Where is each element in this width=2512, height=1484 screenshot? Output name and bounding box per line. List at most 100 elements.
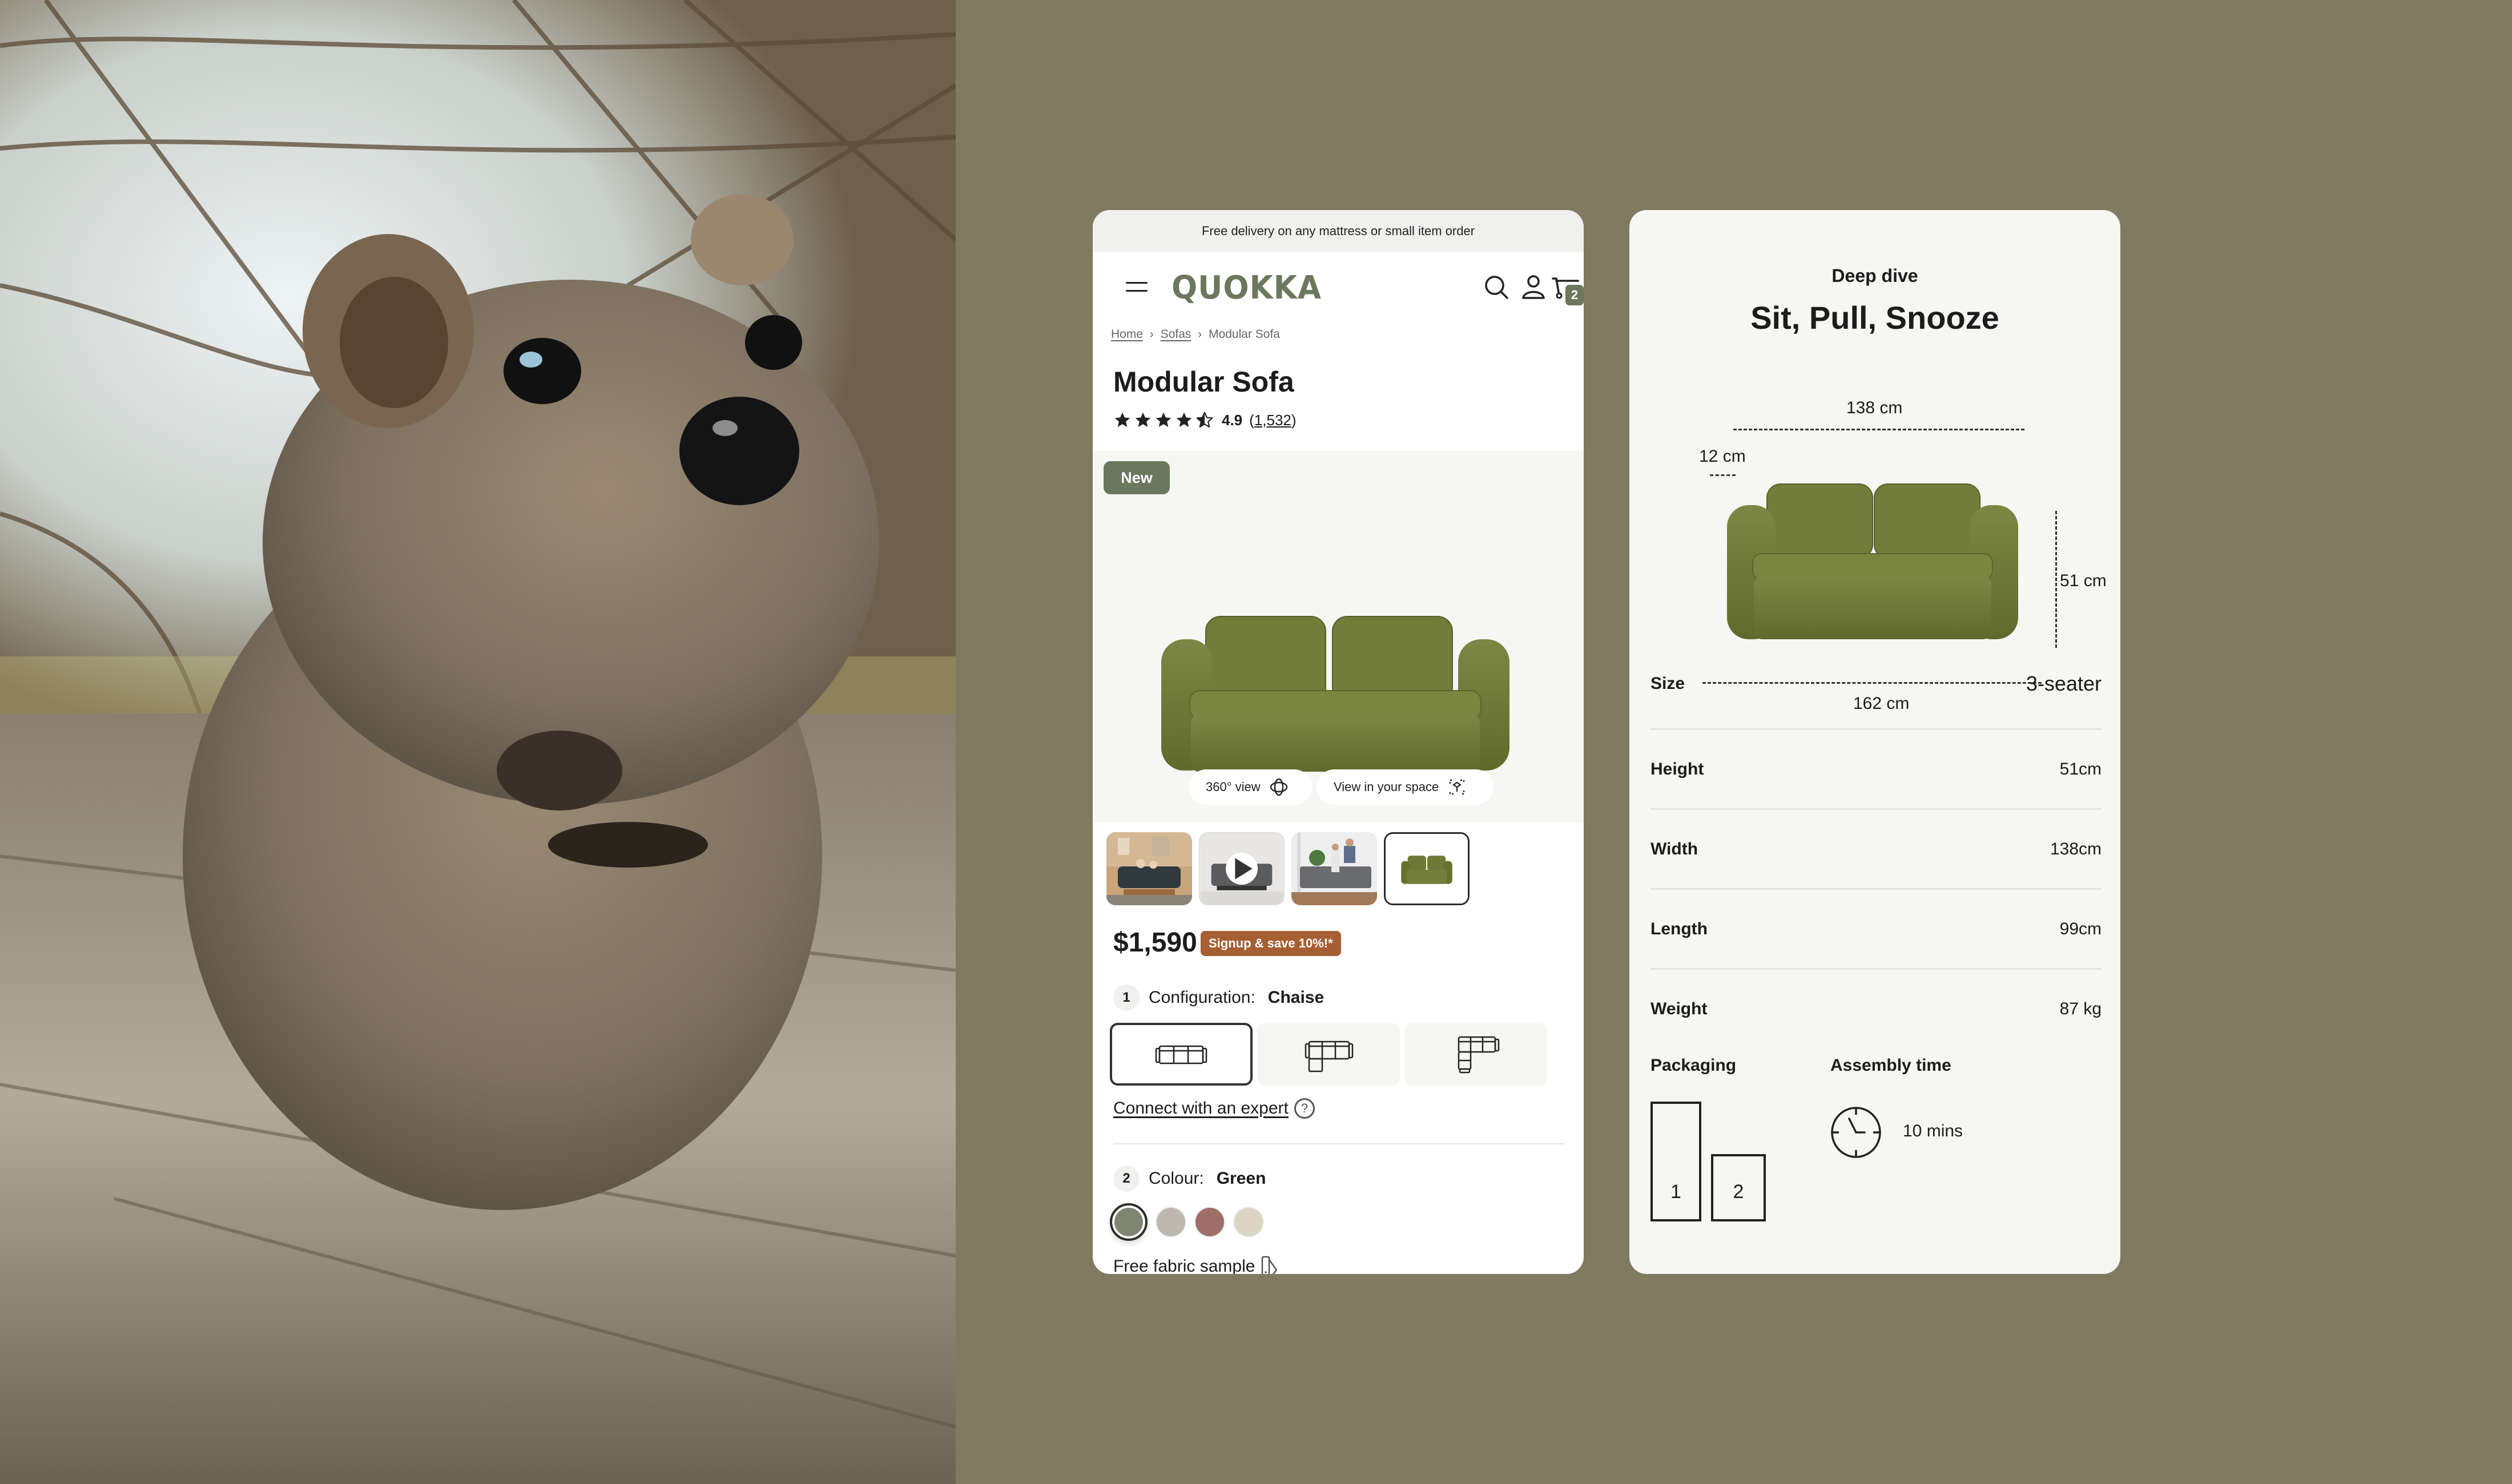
dimension-top-width: 138 cm [1846,398,1903,417]
colour-label: Colour: [1149,1169,1204,1188]
colour-value: Green [1216,1169,1266,1188]
assembly-heading: Assembly time [1830,1056,1951,1075]
sofa-chaise-icon [1305,1041,1354,1072]
breadcrumb-separator: › [1198,328,1202,341]
new-badge: New [1104,461,1170,494]
product-price: $1,590 [1113,928,1197,958]
step-number: 1 [1113,985,1140,1011]
star-full-icon [1176,412,1192,427]
spec-row-width: Width 138cm [1650,809,2102,889]
rating-score: 4.9 [1222,411,1243,429]
cart-button[interactable]: 2 [1549,272,1584,305]
spec-label: Weight [1650,999,1708,1018]
rating-stars [1113,411,1214,429]
thumbnail-image [1291,832,1377,905]
review-count-link[interactable]: 1,532 [1254,412,1291,429]
product-page-card: Free delivery on any mattress or small i… [1093,210,1584,1274]
swatch-beige[interactable] [1233,1207,1264,1237]
dimension-line-arm [1710,474,1736,476]
quokka-illustration [0,0,956,1484]
search-button[interactable] [1481,272,1513,304]
thumbnail-strip [1106,832,1470,905]
paren-open: ( [1249,411,1254,429]
help-icon[interactable]: ? [1294,1098,1315,1119]
paren-close: ) [1291,411,1297,429]
star-full-icon [1135,412,1151,427]
star-full-icon [1156,412,1172,427]
colour-heading: 2 Colour: Green [1113,1166,1266,1192]
configuration-value: Chaise [1267,988,1325,1007]
swatch-green[interactable] [1110,1203,1148,1241]
step-number: 2 [1113,1166,1140,1192]
sofa-3-seater-icon [1155,1045,1207,1064]
thumbnail-3[interactable] [1291,832,1377,905]
deep-dive-eyebrow: Deep dive [1831,265,1918,286]
search-icon [1485,276,1508,299]
spec-value: 99cm [2059,920,2102,938]
fabric-sample-row: Free fabric sample [1113,1255,1280,1274]
config-option-3-seater[interactable] [1110,1023,1253,1086]
spec-label: Width [1650,840,1698,858]
breadcrumb-separator: › [1150,328,1154,341]
spec-label: Length [1650,920,1708,938]
packaging-heading: Packaging [1650,1056,1737,1075]
clock-icon [1831,1107,1881,1158]
configuration-label: Configuration: [1149,988,1255,1007]
view-in-space-button[interactable]: View in your space [1317,769,1493,805]
configuration-options [1110,1023,1547,1086]
star-full-icon [1114,412,1130,427]
assembly-time-value: 10 mins [1903,1122,1963,1140]
thumbnail-4-selected[interactable] [1384,832,1470,905]
breadcrumb-home[interactable]: Home [1111,328,1143,341]
free-fabric-sample-link[interactable]: Free fabric sample [1113,1257,1255,1274]
config-option-chaise[interactable] [1257,1023,1400,1086]
product-hero-image[interactable] [1161,582,1509,776]
view-360-button[interactable]: 360° view [1189,769,1312,805]
swatch-grey[interactable] [1156,1207,1186,1237]
view-in-space-label: View in your space [1334,780,1439,794]
spec-value: 51cm [2059,760,2102,779]
cart-count-badge: 2 [1565,285,1584,305]
account-button[interactable] [1517,272,1549,304]
brand-logo[interactable]: QUOKKA [1172,269,1322,307]
package-number: 1 [1670,1181,1681,1203]
package-box-1: 1 [1650,1102,1701,1221]
swatch-rose[interactable] [1194,1207,1225,1237]
thumbnail-1[interactable] [1106,832,1192,905]
package-box-2: 2 [1711,1154,1766,1221]
hamburger-line [1126,290,1148,292]
deep-dive-card: Deep dive Sit, Pull, Snooze 138 cm 12 cm… [1629,210,2120,1274]
section-divider [1113,1143,1564,1144]
dimension-line-top [1733,429,2024,430]
spec-row-length: Length 99cm [1650,889,2102,969]
connect-expert-link[interactable]: Connect with an expert [1113,1099,1289,1118]
spec-value: 87 kg [2059,999,2102,1018]
spec-label: Height [1650,760,1704,779]
fabric-swatch-icon [1262,1256,1278,1274]
spec-row-weight: Weight 87 kg [1650,969,2102,1049]
dimension-height: 51 cm [2060,571,2107,590]
deep-dive-title: Sit, Pull, Snooze [1750,300,1999,336]
spec-label: Size [1650,674,1685,693]
config-option-corner[interactable] [1404,1023,1547,1086]
play-button[interactable] [1226,853,1258,885]
quokka-photo [0,0,956,1484]
dimension-line-height [2055,511,2057,648]
sofa-corner-icon [1458,1036,1500,1074]
rotate-360-icon [1270,778,1287,796]
play-icon [1235,858,1253,880]
menu-button[interactable] [1125,279,1150,296]
thumbnail-2-video[interactable] [1199,832,1285,905]
product-gallery: New 360° view View in your space [1093,451,1584,822]
ar-view-icon [1450,779,1465,795]
colour-swatches [1110,1203,1264,1241]
hamburger-line [1126,282,1148,284]
signup-promo-badge[interactable]: Signup & save 10%!* [1201,931,1341,956]
review-count: (1,532) [1249,412,1296,429]
spec-row-size: Size 3-seater [1650,644,2102,724]
breadcrumb-sofas[interactable]: Sofas [1161,328,1191,341]
spec-value: 3-seater [2026,672,2102,695]
thumbnail-image [1106,832,1192,905]
breadcrumb: Home › Sofas › Modular Sofa [1111,328,1280,341]
product-title: Modular Sofa [1113,366,1294,398]
